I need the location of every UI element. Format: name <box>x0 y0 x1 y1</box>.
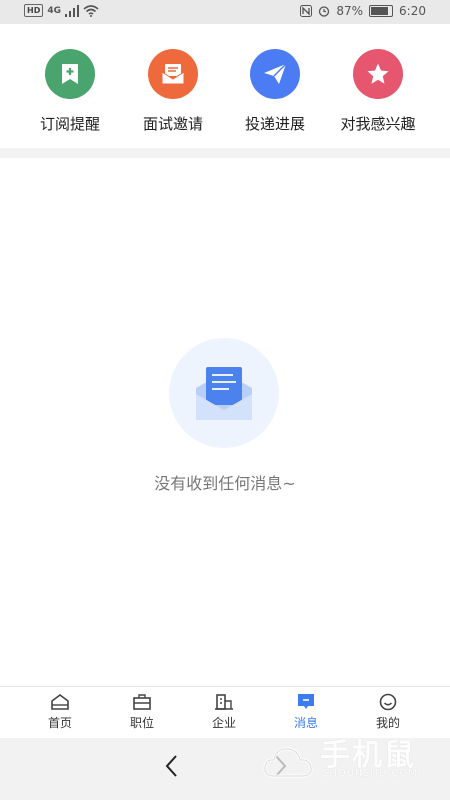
profile-icon <box>379 693 397 711</box>
mail-open-icon <box>161 64 185 85</box>
quick-actions: 订阅提醒 面试邀请 投递进展 对我感兴趣 <box>0 24 450 148</box>
empty-state-message: 没有收到任何消息~ <box>154 474 296 493</box>
quick-action-icon-circle <box>148 49 198 99</box>
quick-action-label: 投递进展 <box>244 115 305 133</box>
signal-icon <box>65 4 79 17</box>
site-watermark: 手机鼠 SHOUJISHU.COM <box>262 730 432 786</box>
quick-action-subscription[interactable]: 订阅提醒 <box>20 49 120 134</box>
tab-messages[interactable]: 消息 <box>276 693 336 731</box>
tab-home[interactable]: 首页 <box>30 693 90 731</box>
back-chevron-icon[interactable] <box>158 752 186 780</box>
quick-action-interested-in-me[interactable]: 对我感兴趣 <box>328 49 428 134</box>
bookmark-plus-icon <box>62 64 78 84</box>
nfc-icon <box>300 5 313 17</box>
hd-indicator: HD <box>24 4 44 17</box>
quick-action-label: 订阅提醒 <box>39 115 100 133</box>
tab-profile[interactable]: 我的 <box>358 693 418 731</box>
message-icon <box>298 694 314 709</box>
quick-action-delivery-progress[interactable]: 投递进展 <box>225 49 325 134</box>
quick-action-icon-circle <box>250 49 300 99</box>
tab-label: 首页 <box>47 716 72 730</box>
wifi-icon <box>83 4 99 17</box>
watermark-subtitle: SHOUJISHU.COM <box>322 768 418 779</box>
home-icon <box>51 694 69 710</box>
quick-action-icon-circle <box>353 49 403 99</box>
tab-jobs[interactable]: 职位 <box>112 693 172 731</box>
building-icon <box>215 694 233 710</box>
section-divider <box>0 148 450 158</box>
cloud-logo-icon <box>263 747 313 778</box>
clock: 6:20 <box>399 4 426 18</box>
battery-icon <box>369 5 394 17</box>
network-type: 4G <box>47 5 61 16</box>
quick-action-icon-circle <box>45 49 95 99</box>
status-bar: HD 4G 87% 6:20 <box>0 0 450 24</box>
quick-action-label: 对我感兴趣 <box>340 115 416 133</box>
tab-label: 职位 <box>129 716 154 730</box>
battery-percent: 87% <box>336 4 364 18</box>
tab-label: 企业 <box>211 716 236 730</box>
tab-label: 消息 <box>293 716 318 730</box>
tab-label: 我的 <box>375 716 400 730</box>
quick-action-label: 面试邀请 <box>142 115 203 133</box>
briefcase-icon <box>133 694 151 710</box>
tab-companies[interactable]: 企业 <box>194 693 254 731</box>
paper-plane-icon <box>264 63 287 84</box>
alarm-icon <box>319 6 330 17</box>
envelope-letter-icon <box>169 338 279 448</box>
quick-action-interview[interactable]: 面试邀请 <box>123 49 223 134</box>
star-icon <box>367 63 389 84</box>
